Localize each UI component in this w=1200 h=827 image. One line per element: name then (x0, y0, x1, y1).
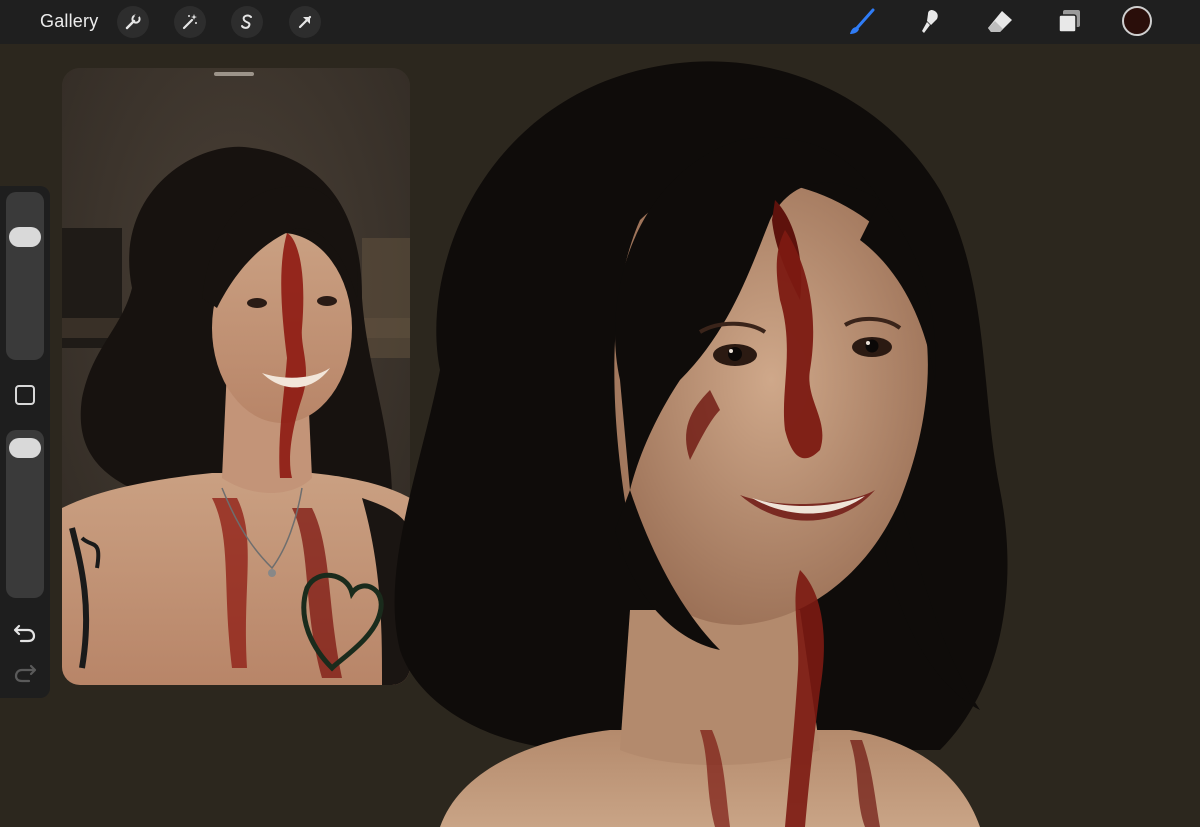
actions-button[interactable] (117, 6, 149, 38)
canvas-artwork[interactable] (380, 50, 1040, 827)
modify-square-icon[interactable] (15, 385, 35, 405)
smudge-tool-button[interactable] (912, 4, 948, 40)
gallery-button[interactable]: Gallery (40, 11, 98, 32)
adjustments-button[interactable] (174, 6, 206, 38)
selection-button[interactable] (231, 6, 263, 38)
undo-icon[interactable] (13, 622, 37, 644)
selection-icon (241, 14, 252, 29)
layers-icon (1058, 10, 1080, 33)
brush-tool-button[interactable] (843, 4, 879, 40)
drag-handle[interactable] (214, 72, 254, 76)
brush-size-knob[interactable] (9, 226, 41, 247)
eraser-tool-button[interactable] (982, 4, 1018, 40)
layers-button[interactable] (1051, 4, 1087, 40)
top-toolbar: Gallery (0, 0, 1200, 44)
eraser-icon (988, 11, 1012, 32)
opacity-knob[interactable] (9, 438, 41, 459)
opacity-slider[interactable] (6, 430, 44, 598)
wrench-icon (125, 13, 141, 30)
left-sidebar (0, 186, 50, 698)
transform-button[interactable] (289, 6, 321, 38)
color-picker-button[interactable] (1122, 6, 1152, 36)
brush-size-slider[interactable] (6, 192, 44, 360)
brush-icon (850, 8, 875, 34)
smudge-icon (922, 10, 938, 33)
reference-photo (62, 68, 410, 685)
magic-wand-icon (182, 14, 197, 30)
transform-arrow-icon (298, 15, 312, 29)
redo-icon[interactable] (13, 662, 37, 684)
reference-panel[interactable] (62, 68, 410, 685)
